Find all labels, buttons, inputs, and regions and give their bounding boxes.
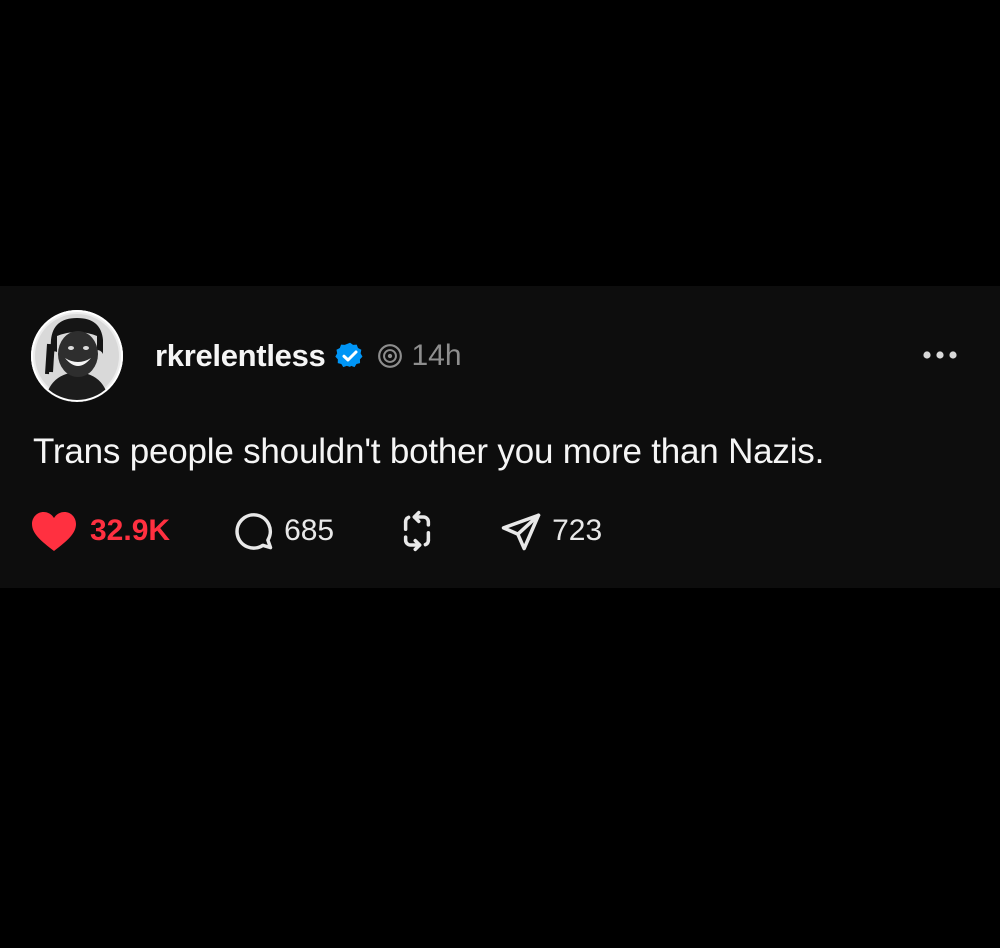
heart-icon bbox=[30, 510, 78, 552]
repost-icon bbox=[396, 510, 438, 552]
more-options-icon bbox=[923, 351, 957, 359]
avatar[interactable] bbox=[31, 310, 123, 402]
threads-logo-icon bbox=[377, 343, 403, 369]
username[interactable]: rkrelentless bbox=[155, 338, 326, 374]
comment-bubble-icon bbox=[232, 510, 274, 552]
verified-badge-icon bbox=[335, 341, 365, 371]
like-button[interactable]: 32.9K bbox=[30, 510, 170, 552]
action-bar: 32.9K 685 723 bbox=[30, 508, 602, 554]
send-icon bbox=[500, 510, 542, 552]
share-button[interactable]: 723 bbox=[500, 510, 602, 552]
post-header: rkrelentless 14h bbox=[155, 334, 462, 378]
more-options-button[interactable] bbox=[920, 343, 960, 367]
post-text: Trans people shouldn't bother you more t… bbox=[33, 432, 825, 471]
like-count: 32.9K bbox=[90, 514, 171, 547]
post-card: rkrelentless 14h Trans people shouldn't … bbox=[0, 286, 1000, 588]
timestamp: 14h bbox=[411, 339, 462, 372]
share-count: 723 bbox=[552, 514, 603, 547]
comment-count: 685 bbox=[284, 514, 335, 547]
repost-button[interactable] bbox=[396, 510, 438, 552]
comment-button[interactable]: 685 bbox=[232, 510, 334, 552]
avatar-image bbox=[31, 310, 123, 402]
